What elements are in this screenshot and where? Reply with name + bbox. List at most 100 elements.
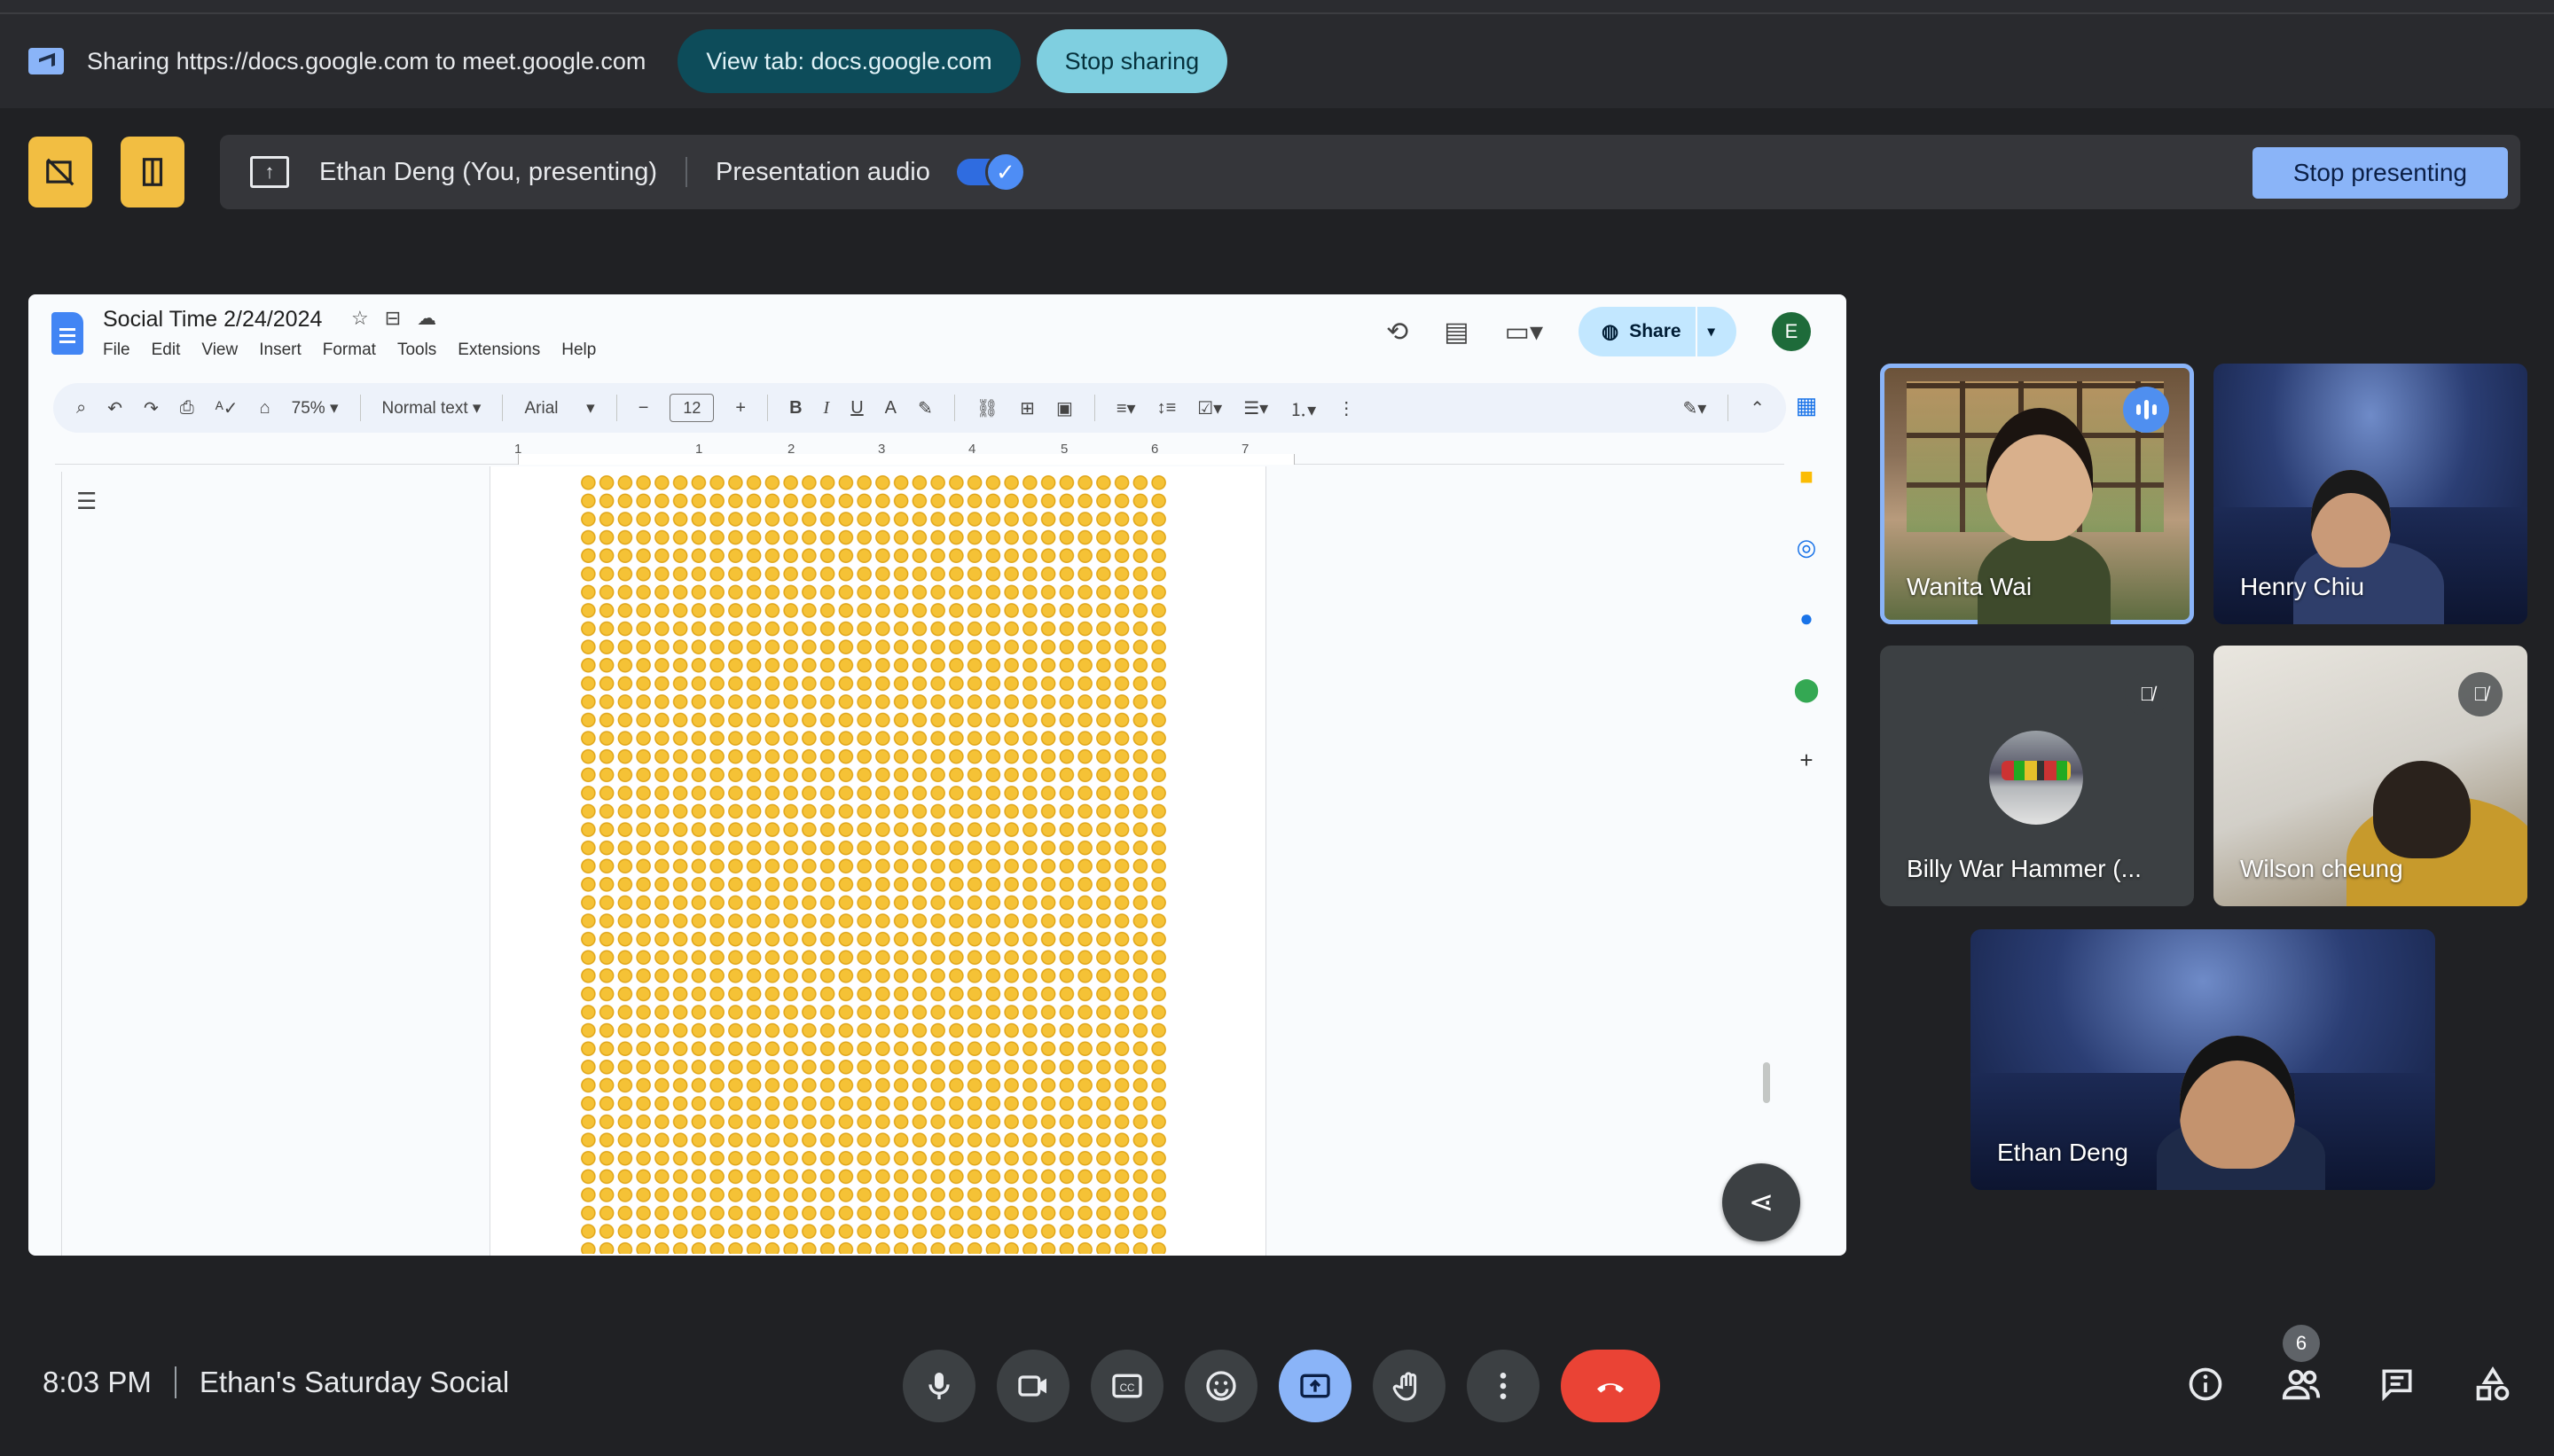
view-tab-button[interactable]: View tab: docs.google.com <box>678 29 1021 93</box>
leave-call-button[interactable] <box>1561 1350 1660 1422</box>
bold-icon[interactable]: B <box>789 398 802 419</box>
share-nodes-icon: ⋖ <box>1748 1186 1774 1219</box>
star-icon[interactable]: ☆ <box>351 307 385 329</box>
vertical-ruler[interactable] <box>41 472 62 1256</box>
tiles-off-icon <box>46 158 74 186</box>
version-history-icon[interactable]: ⟲ <box>1386 317 1408 348</box>
highlight-icon[interactable]: ✎ <box>918 397 933 419</box>
present-icon <box>1300 1374 1330 1398</box>
font-size-input[interactable]: 12 <box>670 394 715 422</box>
stop-sharing-button[interactable]: Stop sharing <box>1036 29 1228 93</box>
link-icon[interactable]: ⛓ <box>976 397 999 419</box>
document-outline-icon[interactable]: ☰ <box>76 488 105 514</box>
comments-icon[interactable]: ▤ <box>1444 317 1469 348</box>
activities-button[interactable] <box>2467 1358 2519 1410</box>
docs-logo-icon[interactable] <box>51 312 83 355</box>
numbered-list-icon[interactable]: ⒈▾ <box>1289 395 1316 421</box>
present-now-button[interactable] <box>1279 1350 1351 1422</box>
checklist-icon[interactable]: ☑▾ <box>1197 397 1222 419</box>
menu-view[interactable]: View <box>201 341 238 360</box>
keep-icon[interactable]: ■ <box>1799 461 1814 491</box>
chat-button[interactable] <box>2371 1358 2423 1410</box>
spellcheck-icon[interactable]: ᴬ✓ <box>215 397 239 419</box>
increase-font-size-icon[interactable]: + <box>735 398 746 419</box>
companion-layout-button[interactable] <box>121 137 184 207</box>
collapse-toolbar-icon[interactable]: ⌃ <box>1750 397 1765 419</box>
menu-edit[interactable]: Edit <box>152 341 181 360</box>
divider <box>174 1366 176 1398</box>
reactions-button[interactable] <box>1185 1350 1257 1422</box>
menu-format[interactable]: Format <box>323 341 376 360</box>
share-label: Share <box>1629 321 1681 341</box>
ruler-number: 7 <box>1242 442 1250 457</box>
share-button[interactable]: ◍ Share ▾ <box>1579 307 1736 356</box>
editing-mode-icon[interactable]: ✎▾ <box>1682 397 1706 419</box>
divider <box>1695 307 1697 356</box>
raise-hand-button[interactable] <box>1373 1350 1445 1422</box>
paint-format-icon[interactable]: ⌂ <box>260 398 270 419</box>
contacts-icon[interactable]: ● <box>1799 603 1814 633</box>
document-page[interactable] <box>490 466 1266 1256</box>
redo-icon[interactable]: ↷ <box>144 397 159 419</box>
more-options-button[interactable] <box>1467 1350 1539 1422</box>
menu-extensions[interactable]: Extensions <box>458 341 540 360</box>
ruler-number: 6 <box>1151 442 1159 457</box>
move-folder-icon[interactable]: ⊟ <box>385 307 417 329</box>
add-comment-icon[interactable]: ⊞ <box>1020 397 1035 419</box>
add-addon-icon[interactable]: + <box>1799 745 1813 775</box>
participant-tile[interactable]: Ethan Deng <box>1970 929 2435 1190</box>
side-panel-icons: ▦ ■ ◎ ● ⬤ + <box>1793 390 1820 775</box>
scrollbar-thumb[interactable] <box>1763 1062 1770 1103</box>
chevron-down-icon[interactable]: ▾ <box>1708 323 1715 341</box>
emoji-content-grid <box>579 474 1168 1254</box>
presentation-audio-toggle[interactable]: ✓ <box>956 152 1026 192</box>
people-button[interactable]: 6 <box>2276 1325 2327 1410</box>
align-icon[interactable]: ≡▾ <box>1116 397 1136 419</box>
tasks-icon[interactable]: ◎ <box>1797 532 1817 562</box>
doc-title[interactable]: Social Time 2/24/2024 <box>103 307 322 333</box>
screen-share-icon <box>28 48 64 74</box>
meet-call-icon[interactable]: ▭▾ <box>1505 317 1543 348</box>
menu-insert[interactable]: Insert <box>259 341 302 360</box>
participant-tile[interactable]: 🎙̸ Wilson cheung <box>2213 646 2527 906</box>
decrease-font-size-icon[interactable]: − <box>638 398 649 419</box>
account-avatar[interactable]: E <box>1772 312 1811 351</box>
zoom-value: 75% <box>291 398 325 418</box>
menu-tools[interactable]: Tools <box>397 341 436 360</box>
menu-help[interactable]: Help <box>561 341 596 360</box>
font-select[interactable]: Arial ▾ <box>524 398 594 419</box>
stop-presenting-button[interactable]: Stop presenting <box>2252 147 2508 199</box>
participant-tile[interactable]: Wanita Wai <box>1880 364 2194 624</box>
ruler-number: 3 <box>878 442 886 457</box>
participant-tile[interactable]: 🎙̸ Billy War Hammer (... <box>1880 646 2194 906</box>
calendar-icon[interactable]: ▦ <box>1796 390 1818 420</box>
participant-name: Henry Chiu <box>2240 573 2365 600</box>
menu-file[interactable]: File <box>103 341 130 360</box>
style-select[interactable]: Normal text ▾ <box>382 398 482 419</box>
more-vert-icon <box>1500 1373 1507 1399</box>
insert-image-icon[interactable]: ▣ <box>1056 397 1073 419</box>
captions-button[interactable]: CC <box>1091 1350 1163 1422</box>
camera-button[interactable] <box>997 1350 1069 1422</box>
italic-icon[interactable]: I <box>824 398 830 419</box>
bulleted-list-icon[interactable]: ☰▾ <box>1243 397 1268 419</box>
microphone-button[interactable] <box>903 1350 975 1422</box>
search-icon[interactable]: ⌕ <box>76 398 86 419</box>
horizontal-ruler[interactable]: 1 1 2 3 4 5 6 7 <box>55 442 1784 465</box>
more-options-icon[interactable]: ⋮ <box>1337 397 1355 419</box>
text-color-icon[interactable]: A <box>885 398 897 419</box>
zoom-select[interactable]: 75% ▾ <box>292 398 339 419</box>
share-fab-button[interactable]: ⋖ <box>1722 1163 1800 1241</box>
meeting-info: 8:03 PM Ethan's Saturday Social <box>43 1366 509 1399</box>
hide-tiles-button[interactable] <box>28 137 92 207</box>
divider <box>502 395 504 421</box>
underline-icon[interactable]: U <box>850 398 863 419</box>
line-spacing-icon[interactable]: ↕≡ <box>1157 398 1177 419</box>
participant-tile[interactable]: Henry Chiu <box>2213 364 2527 624</box>
cloud-saved-icon[interactable]: ☁ <box>417 307 452 329</box>
maps-icon[interactable]: ⬤ <box>1793 674 1819 704</box>
participant-video <box>2311 470 2391 568</box>
meeting-details-button[interactable] <box>2180 1358 2231 1410</box>
undo-icon[interactable]: ↶ <box>107 397 122 419</box>
print-icon[interactable]: ⎙ <box>180 398 194 419</box>
